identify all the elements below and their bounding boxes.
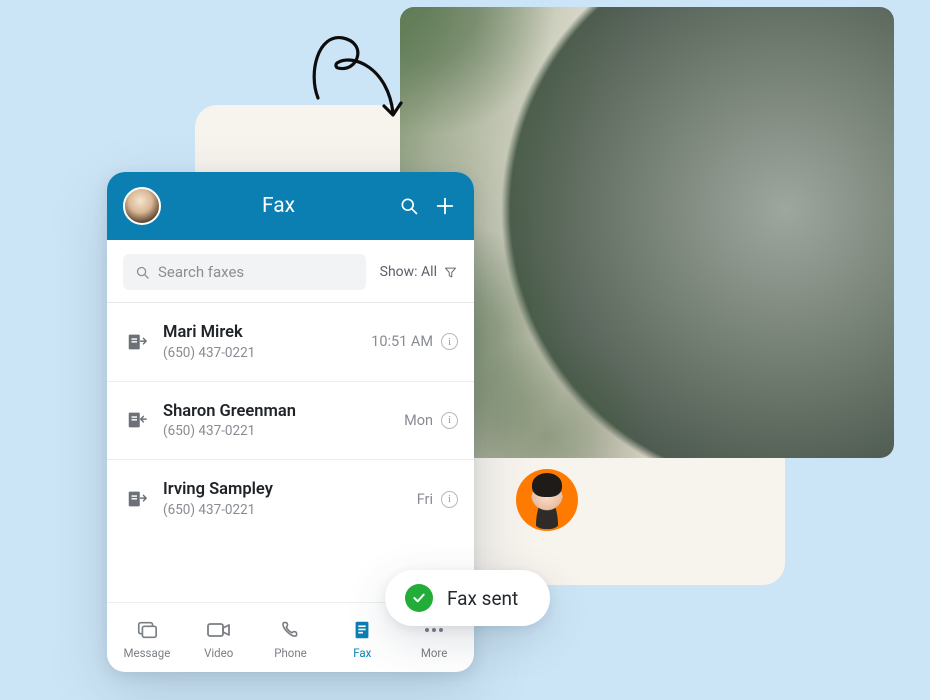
video-icon [206,617,232,643]
fax-list: Mari Mirek (650) 437-0221 10:51 AM i Sha… [107,303,474,602]
search-icon[interactable] [396,193,422,219]
app-header: Fax [107,172,474,240]
fax-out-icon [125,330,149,354]
info-icon[interactable]: i [441,412,458,429]
profile-avatar[interactable] [123,187,161,225]
fax-sent-toast: Fax sent [385,570,550,626]
tab-fax[interactable]: Fax [326,617,398,660]
fax-time: 10:51 AM [371,333,433,350]
search-icon [135,265,150,280]
fax-contact-phone: (650) 437-0221 [163,423,390,439]
filter-label: Show: All [380,264,437,280]
tab-message[interactable]: Message [111,617,183,660]
hero-photo [400,7,894,458]
fax-contact-phone: (650) 437-0221 [163,345,357,361]
contact-avatar [516,469,578,531]
tab-label: Phone [274,646,307,660]
message-icon [135,617,159,643]
toast-text: Fax sent [447,587,518,610]
info-icon[interactable]: i [441,491,458,508]
fax-contact-name: Irving Sampley [163,480,403,501]
tab-phone[interactable]: Phone [255,617,327,660]
arrow-decor [283,13,413,133]
fax-item[interactable]: Mari Mirek (650) 437-0221 10:51 AM i [107,303,474,382]
fax-in-icon [125,408,149,432]
tab-label: More [421,646,448,660]
tab-label: Video [204,646,233,660]
success-check-icon [405,584,433,612]
tab-label: Message [123,646,170,660]
filter-button[interactable]: Show: All [380,264,458,280]
filter-icon [443,265,458,280]
tab-label: Fax [353,646,371,660]
search-row: Search faxes Show: All [107,240,474,303]
page-title: Fax [225,194,331,218]
search-input[interactable]: Search faxes [123,254,366,290]
phone-icon [279,617,301,643]
fax-contact-phone: (650) 437-0221 [163,502,403,518]
fax-time: Fri [417,491,433,508]
fax-contact-name: Sharon Greenman [163,402,390,423]
plus-icon[interactable] [432,193,458,219]
fax-tab-icon [352,617,372,643]
fax-item[interactable]: Irving Sampley (650) 437-0221 Fri i [107,460,474,538]
fax-item[interactable]: Sharon Greenman (650) 437-0221 Mon i [107,382,474,461]
info-icon[interactable]: i [441,333,458,350]
tab-video[interactable]: Video [183,617,255,660]
search-placeholder: Search faxes [158,263,244,281]
fax-time: Mon [404,412,433,429]
fax-out-icon [125,487,149,511]
fax-contact-name: Mari Mirek [163,323,357,344]
